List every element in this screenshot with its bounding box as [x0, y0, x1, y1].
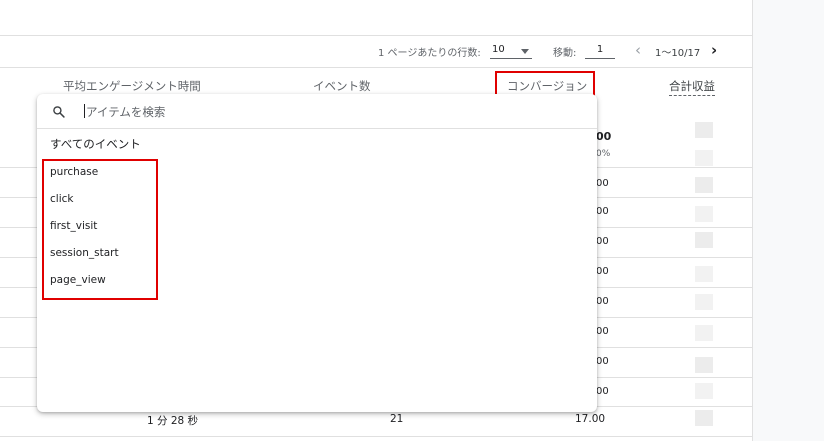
page-range: 1〜10/17 [655, 47, 701, 59]
redacted-revenue [695, 410, 713, 426]
conversions-cell: 00 [596, 206, 609, 217]
event-selector-dropdown: アイテムを検索 すべてのイベント purchase click first_vi… [37, 94, 597, 412]
column-header-total-revenue[interactable]: 合計収益 [669, 78, 715, 96]
engagement-time-cell: 1 分 28 秒 [147, 415, 199, 427]
event-count-cell: 21 [390, 413, 404, 425]
rows-per-page-value: 10 [492, 44, 505, 55]
report-table-view: 1 ページあたりの行数: 10 移動: 1 ‹ 1〜10/17 › 平均エンゲー… [0, 0, 824, 441]
column-header-event-count[interactable]: イベント数 [313, 78, 371, 94]
item-search-bar[interactable]: アイテムを検索 [37, 94, 597, 129]
redacted-revenue [695, 294, 713, 310]
chevron-right-icon[interactable]: › [711, 41, 717, 59]
conversions-cell: 00 [596, 356, 609, 367]
conversions-cell: 00 [596, 266, 609, 277]
redacted-revenue [695, 383, 713, 399]
search-icon [53, 106, 65, 118]
goto-page-label: 移動: [553, 47, 577, 59]
conversions-total-percent: 0% [596, 149, 611, 159]
redacted-revenue [695, 357, 713, 373]
conversions-cell: 17.00 [575, 413, 606, 425]
rows-per-page-label: 1 ページあたりの行数: [378, 47, 481, 59]
text-cursor [84, 104, 85, 118]
redacted-revenue [695, 206, 713, 222]
divider [0, 67, 752, 68]
redacted-revenue [695, 266, 713, 282]
conversions-cell: 00 [596, 386, 609, 397]
right-side-panel [752, 0, 824, 441]
redacted-revenue [695, 150, 713, 166]
redacted-revenue [695, 232, 713, 248]
search-input[interactable]: アイテムを検索 [86, 104, 165, 120]
conversions-cell: 00 [596, 236, 609, 247]
caret-down-icon [521, 49, 529, 54]
option-event-session-start[interactable]: session_start [50, 247, 119, 259]
chevron-left-icon[interactable]: ‹ [635, 41, 641, 59]
goto-page-input[interactable]: 1 [585, 43, 615, 59]
row-divider [0, 436, 752, 437]
option-event-purchase[interactable]: purchase [50, 166, 98, 178]
option-all-events[interactable]: すべてのイベント [50, 136, 141, 152]
conversions-cell: 00 [596, 296, 609, 307]
redacted-revenue [695, 177, 713, 193]
conversions-total: 00 [596, 130, 612, 143]
divider [0, 35, 752, 36]
conversions-cell: 00 [596, 178, 609, 189]
rows-per-page-select[interactable]: 10 [490, 43, 532, 59]
conversions-cell: 00 [596, 326, 609, 337]
option-event-click[interactable]: click [50, 193, 73, 205]
option-event-first-visit[interactable]: first_visit [50, 220, 97, 232]
option-event-page-view[interactable]: page_view [50, 274, 106, 286]
redacted-revenue [695, 122, 713, 138]
column-header-engagement-time[interactable]: 平均エンゲージメント時間 [63, 78, 201, 94]
redacted-revenue [695, 325, 713, 341]
